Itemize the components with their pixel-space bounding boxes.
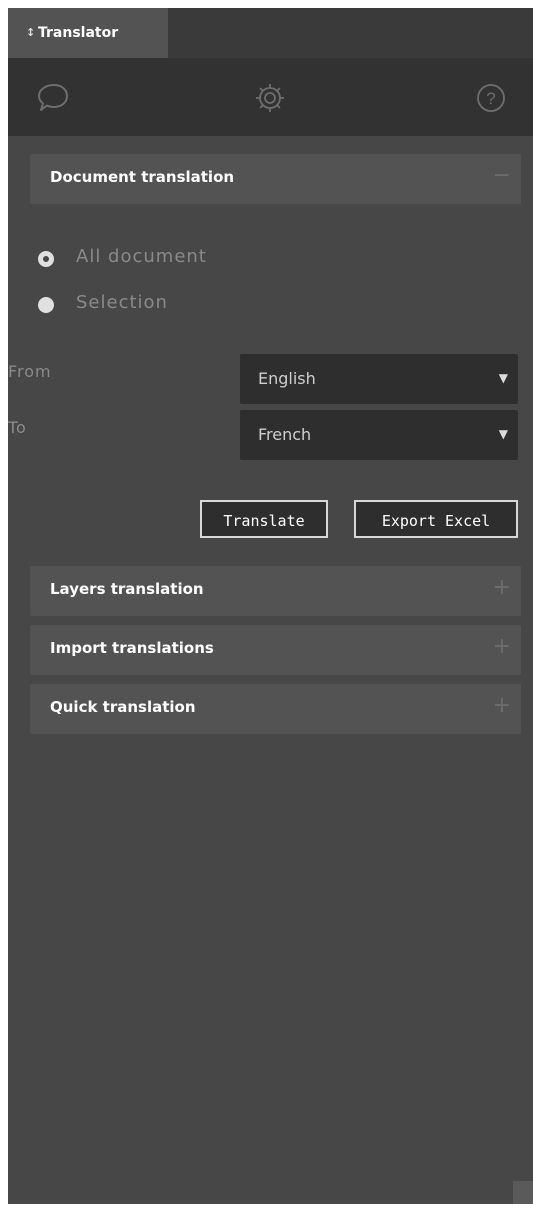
tab-bar: ↕ Translator (8, 8, 533, 58)
svg-text:?: ? (486, 89, 495, 108)
section-document-translation[interactable]: Document translation − (30, 154, 521, 204)
tab-title: Translator (38, 25, 119, 41)
expand-icon[interactable]: + (493, 575, 511, 600)
tab-translator[interactable]: ↕ Translator (8, 8, 168, 58)
section-title: Layers translation (50, 580, 204, 598)
section-title: Document translation (50, 168, 235, 186)
section-quick-translation[interactable]: Quick translation + (30, 684, 521, 734)
from-label: From (8, 362, 52, 381)
export-excel-button[interactable]: Export Excel (354, 500, 518, 538)
radio-unselected-icon[interactable] (38, 297, 54, 313)
dropdown-arrow-icon: ▼ (498, 371, 508, 385)
expand-icon[interactable]: + (493, 693, 511, 718)
select-value: English (258, 369, 316, 388)
radio-selected-icon[interactable] (38, 251, 54, 267)
section-title: Import translations (50, 639, 214, 657)
translate-button[interactable]: Translate (200, 500, 328, 538)
dropdown-arrow-icon: ▼ (498, 427, 508, 441)
collapse-icon[interactable]: − (493, 163, 511, 188)
section-layers-translation[interactable]: Layers translation + (30, 566, 521, 616)
radio-label: All document (76, 246, 207, 267)
gear-icon[interactable] (252, 80, 288, 116)
translator-panel: ↕ Translator ? Document translation − Al… (8, 8, 533, 1204)
to-language-select[interactable]: French ▼ (240, 410, 518, 460)
help-icon[interactable]: ? (473, 80, 509, 116)
select-value: French (258, 425, 312, 444)
to-label: To (8, 418, 27, 437)
radio-label: Selection (76, 292, 168, 313)
section-title: Quick translation (50, 698, 196, 716)
section-import-translations[interactable]: Import translations + (30, 625, 521, 675)
chat-bubble-icon[interactable] (35, 80, 71, 116)
expand-icon[interactable]: + (493, 634, 511, 659)
from-language-select[interactable]: English ▼ (240, 354, 518, 404)
collapse-arrow-icon[interactable]: ↕ (26, 8, 35, 58)
resize-handle[interactable] (513, 1181, 533, 1204)
toolbar: ? (8, 58, 533, 136)
